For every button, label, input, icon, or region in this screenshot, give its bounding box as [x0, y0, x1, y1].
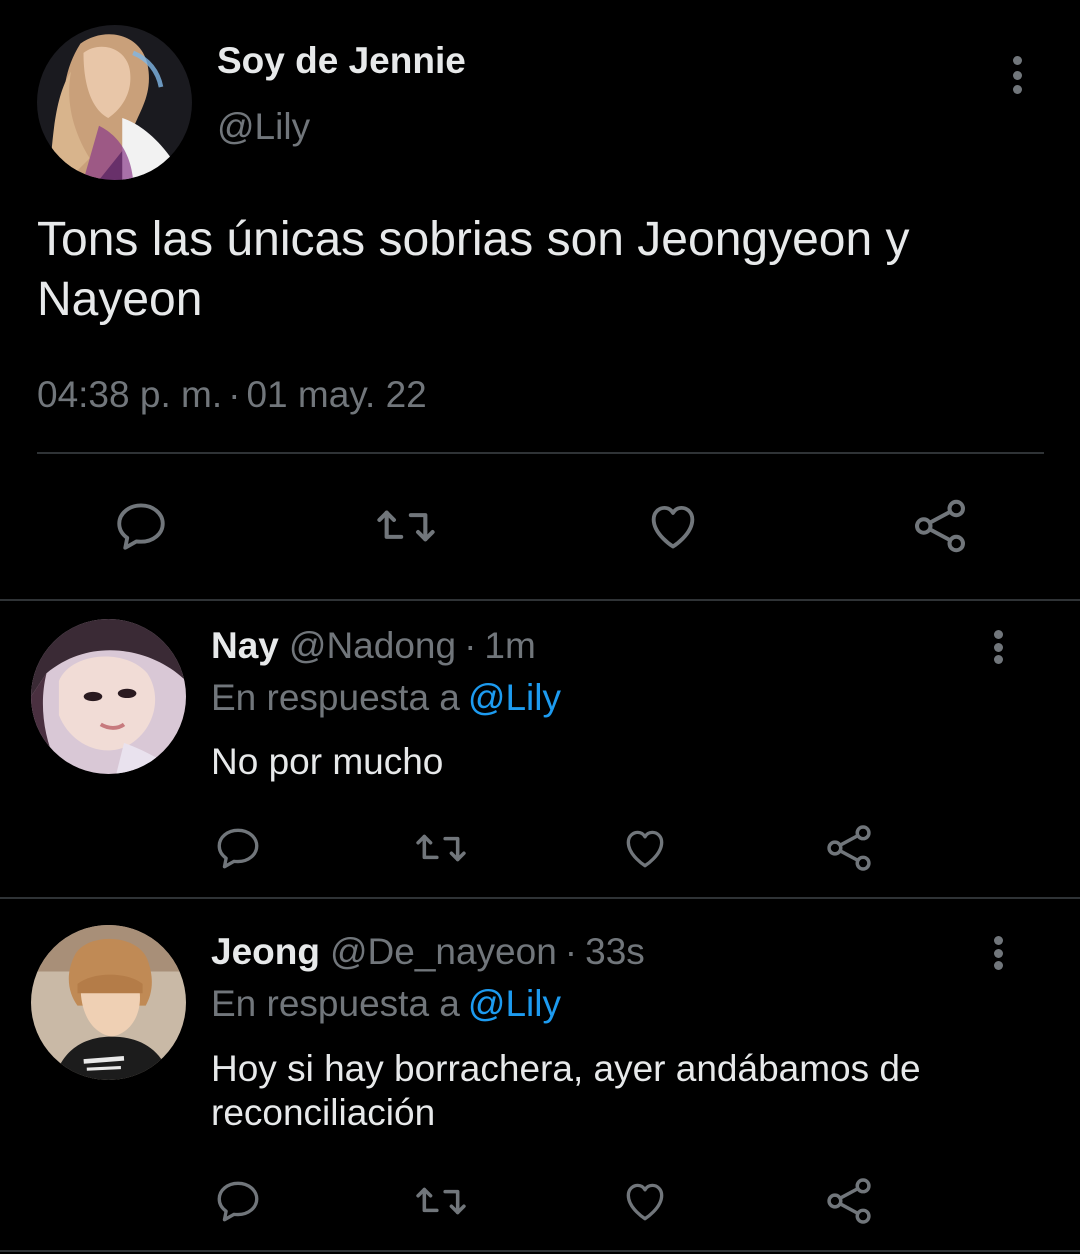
avatar[interactable]: [31, 925, 186, 1080]
reply-time: 33s: [585, 931, 645, 972]
author-display-name[interactable]: Soy de Jennie: [217, 40, 466, 82]
reply-mention-link[interactable]: @Lily: [468, 983, 561, 1024]
tweet-timestamp: 04:38 p. m. · 01 may. 22: [37, 374, 427, 416]
like-icon: [626, 830, 664, 868]
reply-display-name[interactable]: Nay: [211, 625, 279, 666]
share-icon: [827, 1178, 871, 1224]
avatar[interactable]: [31, 619, 186, 774]
main-tweet: Soy de Jennie @Lily Tons las únicas sobr…: [0, 0, 1080, 600]
reply-icon: [217, 828, 259, 869]
like-button[interactable]: [613, 1169, 677, 1233]
reply-icon: [117, 503, 165, 550]
retweet-button[interactable]: [409, 1169, 473, 1233]
like-button[interactable]: [641, 494, 705, 558]
reply-header: Jeong @De_nayeon · 33s: [211, 931, 645, 973]
avatar-photo-icon: [31, 925, 186, 1080]
like-button[interactable]: [613, 816, 677, 880]
replying-to-label: En respuesta a: [211, 677, 460, 718]
share-icon: [914, 499, 966, 553]
like-icon: [626, 1183, 664, 1221]
more-vertical-icon[interactable]: [1005, 52, 1029, 98]
share-button[interactable]: [817, 816, 881, 880]
divider: [0, 897, 1080, 899]
reply-button[interactable]: [206, 1169, 270, 1233]
tweet-thread-screen: Soy de Jennie @Lily Tons las únicas sobr…: [0, 0, 1080, 1254]
reply-header: Nay @Nadong · 1m: [211, 625, 536, 667]
replying-to: En respuesta a @Lily: [211, 983, 561, 1025]
meta-separator: ·: [564, 931, 578, 972]
share-button[interactable]: [817, 1169, 881, 1233]
retweet-icon: [416, 834, 466, 862]
author-handle[interactable]: @Lily: [217, 106, 310, 148]
retweet-icon: [416, 1187, 466, 1215]
reply-icon: [217, 1181, 259, 1222]
retweet-button[interactable]: [374, 494, 438, 558]
tweet-date[interactable]: 01 may. 22: [246, 374, 426, 415]
divider: [0, 1250, 1080, 1252]
reply-text: Hoy si hay borrachera, ayer andábamos de…: [211, 1048, 921, 1133]
meta-separator: ·: [228, 374, 241, 415]
tweet-time: 04:38 p. m.: [37, 374, 223, 415]
divider: [0, 599, 1080, 601]
tweet-text: Tons las únicas sobrias son Jeongyeon y …: [37, 213, 910, 326]
reply-time: 1m: [484, 625, 536, 666]
meta-separator: ·: [464, 625, 477, 666]
divider: [37, 452, 1044, 454]
share-icon: [827, 825, 871, 871]
more-vertical-icon[interactable]: [986, 626, 1010, 668]
reply-button[interactable]: [206, 816, 270, 880]
like-icon: [651, 505, 695, 549]
reply-text: No por mucho: [211, 741, 444, 782]
avatar-photo-icon: [37, 25, 192, 180]
avatar-photo-icon: [31, 619, 186, 774]
more-vertical-icon[interactable]: [986, 932, 1010, 974]
reply-mention-link[interactable]: @Lily: [468, 677, 561, 718]
reply-display-name[interactable]: Jeong: [211, 931, 320, 972]
replying-to: En respuesta a @Lily: [211, 677, 561, 719]
share-button[interactable]: [908, 494, 972, 558]
reply-handle[interactable]: @Nadong: [289, 625, 456, 666]
retweet-icon: [377, 510, 435, 542]
retweet-button[interactable]: [409, 816, 473, 880]
reply-handle[interactable]: @De_nayeon: [330, 931, 557, 972]
avatar[interactable]: [37, 25, 192, 180]
replying-to-label: En respuesta a: [211, 983, 460, 1024]
reply-button[interactable]: [109, 494, 173, 558]
